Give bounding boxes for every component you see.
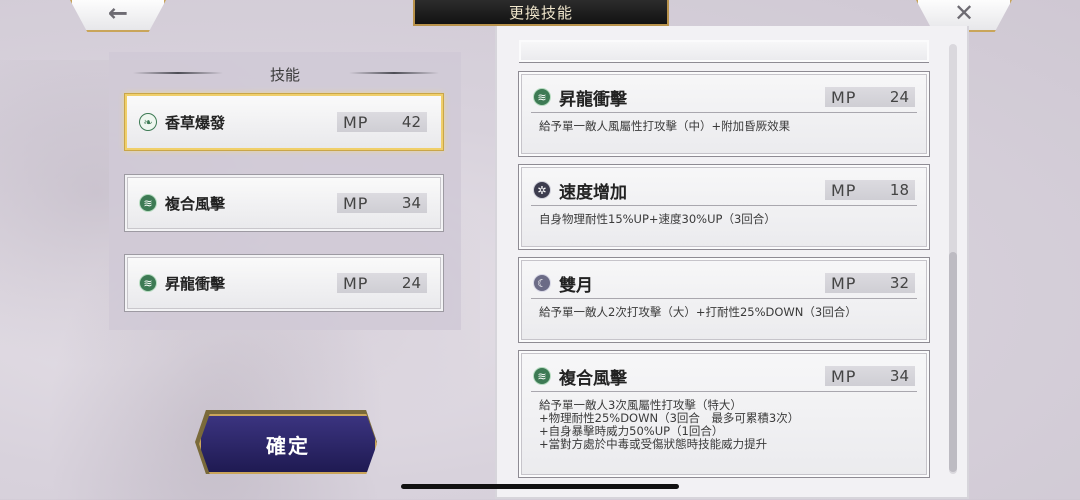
skill-name: 雙月 (559, 275, 593, 296)
equipped-skill-slot-3[interactable]: ≋ 昇龍衝擊 MP 24 (125, 255, 443, 311)
close-icon: ✕ (953, 0, 975, 27)
mp-cost: MP 24 (337, 273, 427, 293)
mp-cost: MP 32 (825, 273, 915, 293)
skill-description: 給予單一敵人3次風屬性打攻擊（特大） +物理耐性25%DOWN（3回合 最多可累… (539, 398, 800, 451)
skill-card[interactable]: ≋ 複合風擊 MP 34 給予單一敵人3次風屬性打攻擊（特大） +物理耐性25%D… (519, 351, 929, 477)
equipped-skills-heading: 技能 (269, 65, 300, 84)
equipped-skill-slot-2[interactable]: ≋ 複合風擊 MP 34 (125, 175, 443, 231)
wind-icon: ≋ (533, 88, 551, 106)
skill-name: 香草爆發 (165, 113, 226, 132)
skill-name: 昇龍衝擊 (165, 274, 226, 293)
divider (531, 112, 917, 113)
confirm-button[interactable]: 確定 (199, 414, 377, 474)
skill-card[interactable]: ✲ 速度增加 MP 18 自身物理耐性15%UP+速度30%UP（3回合） (519, 165, 929, 249)
skill-card[interactable]: ≋ 昇龍衝擊 MP 24 給予單一敵人風屬性打攻擊（中）+附加昏厥效果 (519, 72, 929, 156)
crescent-moon-icon: ☾ (533, 274, 551, 292)
skill-card[interactable]: ☾ 雙月 MP 32 給予單一敵人2次打攻擊（大）+打耐性25%DOWN（3回合） (519, 258, 929, 342)
page-title: 更換技能 (413, 0, 669, 26)
skill-card-partial[interactable] (519, 40, 929, 62)
mp-cost: MP 18 (825, 180, 915, 200)
wind-icon: ≋ (139, 274, 157, 292)
divider (531, 205, 917, 206)
grass-leaf-icon: ❧ (139, 113, 157, 131)
skill-name: 速度增加 (559, 182, 627, 203)
skill-list-panel[interactable]: ≋ 昇龍衝擊 MP 24 給予單一敵人風屬性打攻擊（中）+附加昏厥效果 ✲ 速度增… (495, 26, 969, 499)
skill-description: 給予單一敵人2次打攻擊（大）+打耐性25%DOWN（3回合） (539, 305, 857, 319)
divider (531, 391, 917, 392)
mp-cost: MP 24 (825, 87, 915, 107)
mp-cost: MP 34 (825, 366, 915, 386)
mp-cost: MP 34 (337, 193, 427, 213)
heading-ornament-right (349, 72, 439, 74)
wind-icon: ≋ (533, 367, 551, 385)
equipped-skills-panel: 技能 ❧ 香草爆發 MP 42 ≋ 複合風擊 MP 34 ≋ 昇龍衝擊 MP 24 (109, 52, 461, 330)
back-button[interactable]: ← (70, 0, 166, 32)
divider (531, 298, 917, 299)
skill-name: 複合風擊 (559, 368, 627, 389)
skill-name: 昇龍衝擊 (559, 89, 627, 110)
back-arrow-icon: ← (107, 0, 129, 27)
scrollbar-thumb[interactable] (949, 252, 957, 472)
mp-cost: MP 42 (337, 112, 427, 132)
home-indicator[interactable] (401, 484, 679, 489)
equipped-skill-slot-1[interactable]: ❧ 香草爆發 MP 42 (125, 94, 443, 150)
wind-icon: ≋ (139, 194, 157, 212)
skill-description: 自身物理耐性15%UP+速度30%UP（3回合） (539, 212, 776, 226)
confirm-label: 確定 (266, 433, 310, 458)
scrollbar[interactable] (949, 44, 957, 474)
skill-description: 給予單一敵人風屬性打攻擊（中）+附加昏厥效果 (539, 119, 791, 133)
speed-burst-icon: ✲ (533, 181, 551, 199)
skill-name: 複合風擊 (165, 194, 226, 213)
